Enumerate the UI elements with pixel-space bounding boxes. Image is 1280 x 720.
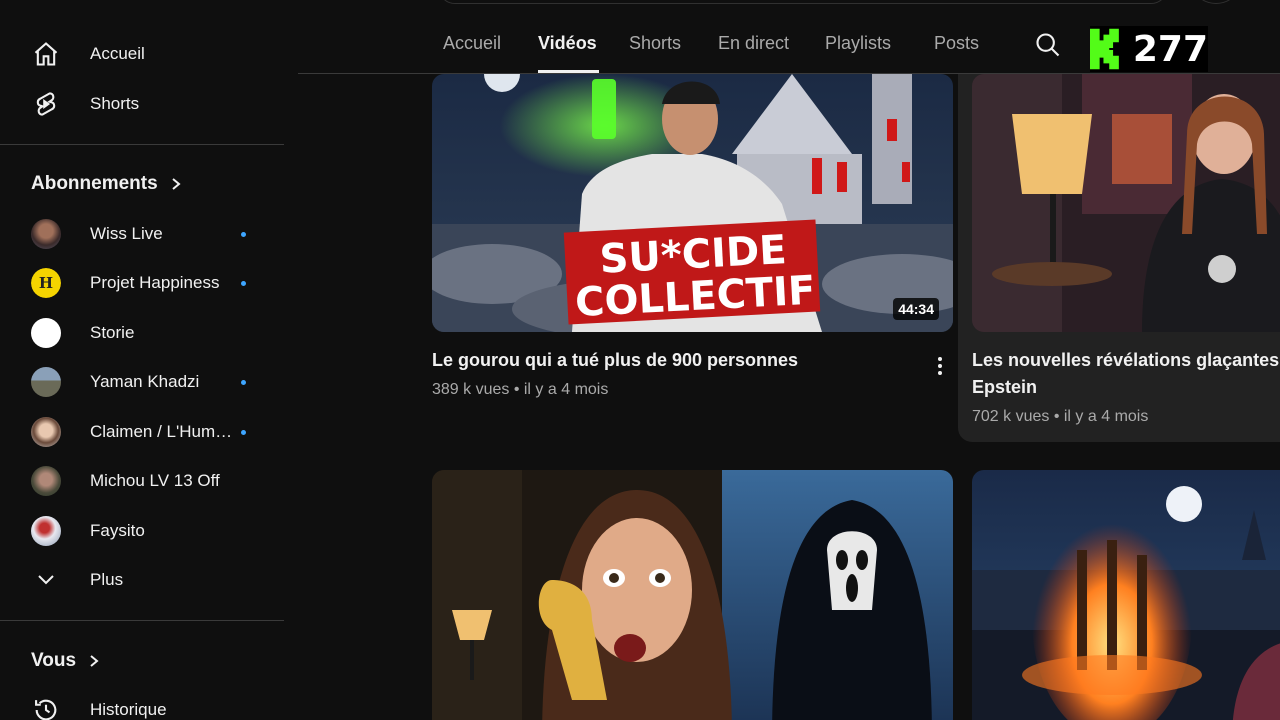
sidebar-item-yaman-khadzi[interactable]: Yaman Khadzi <box>0 358 284 406</box>
new-content-dot <box>241 380 246 385</box>
channel-avatar <box>31 466 61 496</box>
sidebar-item-label: Plus <box>90 570 124 589</box>
thumbnail-image: SU*CIDE COLLECTIF <box>432 74 953 332</box>
kick-viewer-overlay: 277 <box>1090 26 1208 72</box>
sidebar-item-shorts[interactable]: Shorts <box>0 80 284 128</box>
viewer-count: 277 <box>1132 28 1208 70</box>
video-title[interactable]: Les nouvelles révélations glaçantes Epst… <box>972 347 1280 401</box>
new-content-dot <box>241 430 246 435</box>
shorts-icon <box>31 89 61 119</box>
sidebar-item-claimen[interactable]: Claimen / L'Hum… <box>0 408 284 456</box>
sidebar-item-label: Shorts <box>90 94 140 113</box>
video-meta: 389 k vues • il y a 4 mois <box>432 381 609 398</box>
sidebar-item-faysito[interactable]: Faysito <box>0 507 284 555</box>
sidebar: Accueil Shorts Abonnements Wiss Live H P… <box>0 0 296 720</box>
chevron-right-icon <box>90 655 99 667</box>
video-title[interactable]: Le gourou qui a tué plus de 900 personne… <box>432 347 922 374</box>
svg-text:H: H <box>39 274 53 292</box>
more-actions-icon[interactable] <box>934 354 946 378</box>
kick-logo-icon <box>1090 28 1119 70</box>
channel-avatar: H <box>31 268 61 298</box>
sidebar-item-storie[interactable]: Storie <box>0 309 284 357</box>
tab-playlists[interactable]: Playlists <box>825 33 891 54</box>
video-thumbnail[interactable]: SU*CIDE COLLECTIF 44:34 <box>432 74 953 332</box>
sidebar-item-label: Storie <box>90 323 135 342</box>
video-title-line-2: Epstein <box>972 377 1038 397</box>
sidebar-item-michou[interactable]: Michou LV 13 Off <box>0 457 284 505</box>
subscriptions-heading[interactable]: Abonnements <box>31 173 182 195</box>
sidebar-item-label: Yaman Khadzi <box>90 372 200 391</box>
sidebar-item-wiss-live[interactable]: Wiss Live <box>0 210 284 258</box>
channel-avatar <box>31 516 61 546</box>
history-icon <box>31 695 61 720</box>
tab-shorts[interactable]: Shorts <box>629 33 681 54</box>
you-heading[interactable]: Vous <box>31 650 100 672</box>
sidebar-item-label: Historique <box>90 700 167 719</box>
sidebar-item-history[interactable]: Historique <box>0 686 284 720</box>
video-meta: 702 k vues • il y a 4 mois <box>972 408 1149 425</box>
sidebar-item-label: Michou LV 13 Off <box>90 471 220 490</box>
channel-avatar <box>31 367 61 397</box>
chevron-right-icon <box>172 178 181 190</box>
tab-accueil[interactable]: Accueil <box>443 33 501 54</box>
tab-en-direct[interactable]: En direct <box>718 33 789 54</box>
subscriptions-heading-label: Abonnements <box>31 173 158 194</box>
sidebar-item-label: Wiss Live <box>90 224 163 243</box>
channel-avatar <box>31 318 61 348</box>
tab-videos[interactable]: Vidéos <box>538 33 597 54</box>
sidebar-item-label: Accueil <box>90 44 145 63</box>
home-icon <box>31 39 61 69</box>
video-title-line-1: Les nouvelles révélations glaçantes <box>972 350 1280 370</box>
sidebar-item-label: Claimen / L'Hum… <box>90 422 233 441</box>
sidebar-item-label: Projet Happiness <box>90 273 220 292</box>
thumbnail-image <box>972 470 1280 720</box>
sidebar-item-projet-happiness[interactable]: H Projet Happiness <box>0 259 284 307</box>
thumbnail-image <box>972 74 1280 332</box>
new-content-dot <box>241 232 246 237</box>
channel-avatar <box>31 417 61 447</box>
thumbnail-image <box>432 470 953 720</box>
sidebar-show-more[interactable]: Plus <box>0 556 284 604</box>
sidebar-item-label: Faysito <box>90 521 145 540</box>
video-duration: 44:34 <box>893 298 939 320</box>
sidebar-divider <box>0 144 284 145</box>
video-thumbnail[interactable] <box>972 470 1280 720</box>
sidebar-item-home[interactable]: Accueil <box>0 30 284 78</box>
you-heading-label: Vous <box>31 650 77 671</box>
search-icon[interactable] <box>1034 31 1062 59</box>
video-thumbnail[interactable] <box>972 74 1280 332</box>
channel-avatar <box>31 219 61 249</box>
search-box[interactable] <box>438 0 1168 4</box>
video-thumbnail[interactable] <box>432 470 953 720</box>
tab-posts[interactable]: Posts <box>934 33 979 54</box>
new-content-dot <box>241 281 246 286</box>
sidebar-divider <box>0 620 284 621</box>
chevron-down-icon <box>31 565 61 595</box>
account-avatar[interactable] <box>1196 0 1236 4</box>
